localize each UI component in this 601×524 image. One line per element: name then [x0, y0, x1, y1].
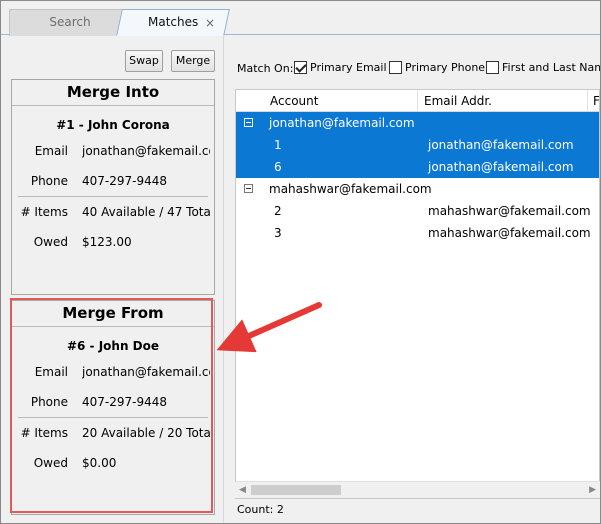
tab-matches-label: Matches [147, 15, 199, 29]
owed-label: Owed [33, 235, 68, 249]
collapse-icon[interactable] [244, 118, 253, 127]
email-cell: mahashwar@fakemail.com [428, 204, 591, 218]
merge-into-email-row: Email jonathan@fakemail.com [12, 136, 214, 166]
scrollbar-thumb[interactable] [251, 485, 341, 495]
column-divider [587, 90, 588, 112]
tab-search[interactable]: Search [9, 9, 131, 36]
group-row[interactable]: mahashwar@fakemail.com [236, 178, 599, 200]
merge-into-phone-row: Phone 407-297-9448 [12, 166, 214, 196]
checkbox-unchecked-icon [389, 60, 402, 74]
group-row[interactable]: jonathan@fakemail.com [236, 112, 599, 134]
merge-into-owed-row: Owed $123.00 [12, 227, 214, 257]
merge-into-title: Merge Into [12, 80, 214, 106]
annotation-arrow-icon [216, 302, 322, 353]
email-cell: mahashwar@fakemail.com [428, 226, 591, 240]
swap-button[interactable]: Swap [125, 50, 163, 72]
primary-email-checkbox[interactable]: Primary Email [294, 60, 387, 74]
table-row[interactable]: 1 jonathan@fakemail.com [236, 134, 599, 156]
checkbox-unchecked-icon [486, 60, 499, 74]
annotation-highlight-box [10, 298, 213, 513]
collapse-icon[interactable] [244, 184, 253, 193]
table-row[interactable]: 2 mahashwar@fakemail.com [236, 200, 599, 222]
table-row[interactable]: 3 mahashwar@fakemail.com [236, 222, 599, 244]
email-cell: jonathan@fakemail.com [428, 160, 574, 174]
phone-label: Phone [30, 174, 68, 188]
app-window: Search Matches × Swap Merge Merge Into #… [0, 0, 601, 524]
group-label: mahashwar@fakemail.com [269, 182, 432, 196]
email-label: Email [34, 144, 68, 158]
column-divider [417, 90, 418, 112]
match-on-label: Match On: [237, 62, 294, 75]
primary-phone-checkbox[interactable]: Primary Phone [389, 60, 485, 74]
group-label: jonathan@fakemail.com [269, 116, 415, 130]
merge-into-items-row: # Items 40 Available / 47 Total [12, 197, 214, 227]
first-last-name-checkbox[interactable]: First and Last Name [486, 60, 601, 74]
grid-header: Account Email Addr. F [236, 90, 599, 112]
account-cell: 1 [274, 138, 282, 152]
column-header-account[interactable]: Account [270, 94, 318, 108]
account-cell: 3 [274, 226, 282, 240]
first-last-name-label: First and Last Name [502, 60, 601, 74]
owed-value: $123.00 [82, 235, 132, 249]
column-header-f[interactable]: F [593, 94, 599, 108]
primary-email-label: Primary Email [310, 60, 387, 74]
matches-panel: Match On: Primary Email Primary Phone Fi… [229, 36, 600, 523]
scroll-right-icon[interactable]: ▶ [589, 485, 596, 495]
scroll-left-icon[interactable]: ◀ [239, 485, 246, 495]
checkbox-checked-icon [294, 60, 307, 74]
account-cell: 6 [274, 160, 282, 174]
email-value: jonathan@fakemail.com [82, 144, 210, 158]
email-cell: jonathan@fakemail.com [428, 138, 574, 152]
horizontal-scrollbar[interactable]: ◀ ▶ [235, 481, 600, 498]
phone-value: 407-297-9448 [82, 174, 168, 188]
close-icon[interactable]: × [205, 16, 590, 30]
primary-phone-label: Primary Phone [405, 60, 486, 74]
table-row[interactable]: 6 jonathan@fakemail.com [236, 156, 599, 178]
items-value: 40 Available / 47 Total [82, 205, 210, 219]
tab-search-label: Search [49, 15, 91, 29]
merge-into-customer: #1 - John Corona [56, 118, 170, 132]
column-header-email[interactable]: Email Addr. [424, 94, 492, 108]
tab-strip: Search Matches × [1, 1, 600, 36]
merge-into-card: Merge Into #1 - John Corona Email jonath… [11, 79, 215, 295]
panel-splitter[interactable] [223, 36, 227, 523]
account-cell: 2 [274, 204, 282, 218]
merge-button[interactable]: Merge [171, 50, 215, 72]
row-count: Count: 2 [237, 503, 284, 516]
items-label: # Items [20, 205, 68, 219]
